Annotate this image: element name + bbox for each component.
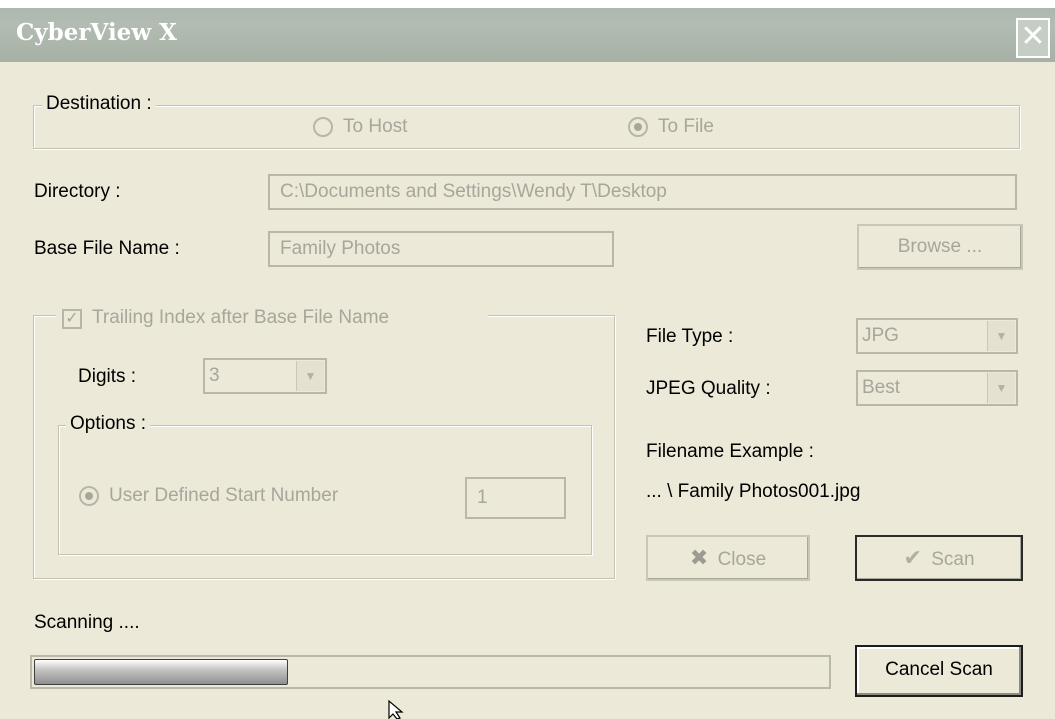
dialog-window: CyberView X ✕ Destination : To Host To F… [0, 0, 1055, 719]
chevron-down-icon[interactable]: ▼ [987, 321, 1015, 351]
directory-label: Directory : [34, 181, 121, 202]
close-button[interactable]: ✖ Close [646, 535, 810, 581]
filename-example-value: ... \ Family Photos001.jpg [646, 481, 861, 502]
directory-input[interactable]: C:\Documents and Settings\Wendy T\Deskto… [268, 174, 1017, 210]
digits-value: 3 [209, 365, 220, 386]
digits-label: Digits : [78, 366, 137, 387]
user-defined-start-label: User Defined Start Number [109, 485, 339, 506]
chevron-down-icon[interactable]: ▼ [987, 373, 1015, 403]
mouse-cursor-icon [388, 699, 404, 719]
digits-select[interactable]: 3 ▼ [203, 358, 327, 394]
file-type-value: JPG [862, 325, 899, 346]
file-type-label: File Type : [646, 326, 734, 347]
to-host-label: To Host [343, 116, 408, 137]
x-icon: ✖ [689, 545, 709, 570]
scan-icon: ✔ [903, 545, 922, 570]
progress-fill [34, 659, 288, 685]
scan-button-label: Scan [931, 549, 975, 570]
cancel-scan-button[interactable]: Cancel Scan [855, 645, 1023, 697]
trailing-index-label: Trailing Index after Base File Name [92, 307, 390, 328]
title-bar-top-strip [0, 0, 1055, 8]
start-number-input[interactable]: 1 [465, 477, 566, 519]
window-title: CyberView X [16, 19, 177, 46]
base-file-name-label: Base File Name : [34, 238, 180, 259]
trailing-index-checkbox[interactable]: ✓ [62, 309, 82, 329]
to-file-radio[interactable] [628, 117, 648, 137]
title-bar[interactable]: CyberView X ✕ [0, 0, 1055, 62]
trailing-index-legend: ✓ Trailing Index after Base File Name [56, 305, 488, 333]
filename-example-label: Filename Example : [646, 441, 814, 462]
user-defined-start-radio[interactable] [79, 486, 99, 506]
scan-button[interactable]: ✔ Scan [855, 535, 1023, 581]
close-icon: ✕ [1020, 19, 1046, 54]
scan-progress-bar [30, 655, 831, 689]
base-file-name-input[interactable]: Family Photos [268, 231, 614, 267]
file-type-select[interactable]: JPG ▼ [856, 318, 1018, 354]
jpeg-quality-value: Best [862, 377, 901, 398]
checkmark-icon: ✓ [65, 310, 79, 327]
window-close-button[interactable]: ✕ [1016, 18, 1050, 58]
destination-group [33, 105, 1020, 149]
options-legend: Options : [66, 413, 151, 435]
to-file-label: To File [658, 116, 714, 137]
destination-legend: Destination : [42, 93, 156, 115]
jpeg-quality-label: JPEG Quality : [646, 378, 771, 399]
status-text: Scanning .... [34, 612, 140, 633]
jpeg-quality-select[interactable]: Best ▼ [856, 370, 1018, 406]
close-button-label: Close [717, 549, 767, 570]
to-host-radio[interactable] [313, 117, 333, 137]
browse-button[interactable]: Browse ... [857, 224, 1023, 270]
chevron-down-icon[interactable]: ▼ [296, 361, 324, 391]
